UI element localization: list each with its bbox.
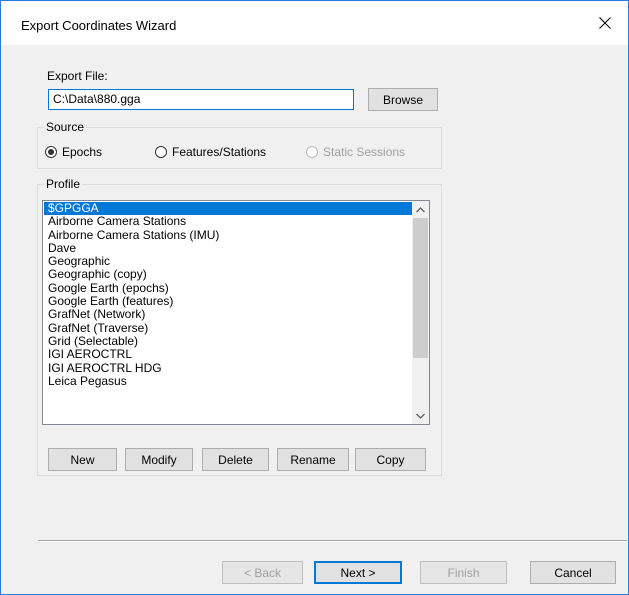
list-item[interactable]: Google Earth (features) — [44, 294, 412, 308]
export-file-label: Export File: — [47, 69, 108, 83]
profile-list: $GPGGA Airborne Camera Stations Airborne… — [44, 201, 412, 388]
list-item[interactable]: IGI AEROCTRL HDG — [44, 361, 412, 375]
window-title: Export Coordinates Wizard — [21, 18, 177, 33]
dialog-body: Export File: C:\Data\880.gga Browse Sour… — [1, 45, 628, 594]
radio-features-stations-label: Features/Stations — [172, 145, 267, 159]
list-item[interactable]: Leica Pegasus — [44, 374, 412, 388]
chevron-up-icon — [416, 206, 425, 212]
export-file-input[interactable]: C:\Data\880.gga — [48, 89, 354, 110]
scroll-down-button[interactable] — [412, 407, 429, 424]
list-item[interactable]: Geographic (copy) — [44, 268, 412, 281]
list-item[interactable]: GrafNet (Traverse) — [44, 321, 412, 335]
delete-profile-button[interactable]: Delete — [202, 448, 269, 471]
copy-profile-button[interactable]: Copy — [355, 448, 426, 471]
list-item[interactable]: IGI AEROCTRL — [44, 348, 412, 361]
scroll-up-button[interactable] — [412, 201, 429, 218]
list-item[interactable]: Dave — [44, 241, 412, 255]
list-item[interactable]: Geographic — [44, 255, 412, 268]
list-item[interactable]: Airborne Camera Stations (IMU) — [44, 228, 412, 242]
title-bar: Export Coordinates Wizard — [1, 1, 628, 45]
radio-epochs[interactable]: Epochs — [45, 145, 102, 159]
radio-features-stations[interactable]: Features/Stations — [155, 145, 266, 159]
radio-indicator — [45, 146, 57, 158]
source-group-title: Source — [44, 120, 87, 134]
profile-group-title: Profile — [44, 177, 83, 191]
back-button: < Back — [222, 561, 303, 584]
radio-epochs-label: Epochs — [62, 145, 103, 159]
close-button[interactable] — [582, 1, 628, 45]
cancel-button[interactable]: Cancel — [530, 561, 616, 584]
rename-profile-button[interactable]: Rename — [277, 448, 349, 471]
finish-button: Finish — [420, 561, 507, 584]
profile-listbox[interactable]: $GPGGA Airborne Camera Stations Airborne… — [42, 200, 430, 425]
export-coordinates-dialog: Export Coordinates Wizard Export File: C… — [0, 0, 629, 595]
profile-scrollbar[interactable] — [412, 201, 429, 424]
list-item[interactable]: Airborne Camera Stations — [44, 215, 412, 228]
browse-button[interactable]: Browse — [368, 88, 438, 111]
close-icon — [599, 17, 611, 29]
next-button[interactable]: Next > — [314, 561, 402, 584]
list-item[interactable]: Google Earth (epochs) — [44, 281, 412, 295]
modify-profile-button[interactable]: Modify — [125, 448, 193, 471]
radio-indicator — [306, 146, 318, 158]
list-item[interactable]: GrafNet (Network) — [44, 308, 412, 321]
scroll-thumb[interactable] — [413, 218, 428, 358]
radio-static-sessions-label: Static Sessions — [323, 145, 406, 159]
chevron-down-icon — [416, 413, 425, 419]
new-profile-button[interactable]: New — [48, 448, 117, 471]
radio-static-sessions: Static Sessions — [306, 145, 405, 159]
list-item[interactable]: Grid (Selectable) — [44, 334, 412, 348]
radio-indicator — [155, 146, 167, 158]
list-item[interactable]: $GPGGA — [44, 201, 412, 216]
